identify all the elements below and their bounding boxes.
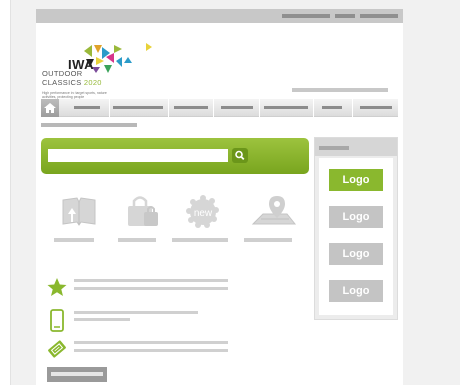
logo-line-2: CLASSICS 2020	[42, 78, 102, 87]
page-wireframe: IWA OUTDOOR CLASSICS 2020 High performan…	[36, 9, 403, 385]
partner-logos-sidebar: Logo Logo Logo Logo	[314, 137, 398, 320]
partner-logo-1[interactable]: Logo	[329, 169, 383, 191]
partner-logo-3[interactable]: Logo	[329, 243, 383, 265]
sidebar-header	[315, 138, 397, 156]
star-icon	[47, 278, 67, 296]
nav-divider	[259, 99, 260, 117]
sidebar-body: Logo Logo Logo Logo	[319, 158, 393, 315]
feature-label-4	[244, 238, 292, 242]
mobile-phone-icon	[50, 309, 64, 332]
info-line	[74, 341, 228, 344]
nav-divider	[213, 99, 214, 117]
logo-tagline: High performance in: target sports, natu…	[42, 91, 107, 99]
feature-tile-3[interactable]: new	[171, 194, 235, 242]
top-link-3[interactable]	[360, 14, 398, 18]
site-logo[interactable]: IWA OUTDOOR CLASSICS 2020 High performan…	[42, 43, 172, 99]
nav-divider	[313, 99, 314, 117]
info-line	[74, 279, 228, 282]
nav-divider	[109, 99, 110, 117]
ticket-icon	[48, 340, 66, 358]
more-button[interactable]	[47, 367, 107, 382]
top-link-1[interactable]	[282, 14, 330, 18]
new-badge-icon: new	[186, 195, 219, 228]
info-line	[74, 287, 228, 290]
search-input[interactable]	[48, 149, 228, 162]
feature-tile-4[interactable]	[241, 194, 305, 242]
sidebar-title	[319, 146, 349, 150]
info-line	[74, 349, 228, 352]
search-button[interactable]	[232, 148, 248, 163]
info-line	[74, 318, 130, 321]
feature-label-1	[54, 238, 94, 242]
feature-label-3	[172, 238, 228, 242]
map-pin-icon	[251, 196, 297, 225]
map-book-icon	[62, 197, 96, 226]
more-button-label	[51, 372, 103, 376]
nav-item-6[interactable]	[322, 106, 342, 109]
feature-tile-1[interactable]	[51, 194, 115, 242]
nav-divider	[168, 99, 169, 117]
nav-divider	[352, 99, 353, 117]
header-search-placeholder[interactable]	[292, 88, 388, 92]
home-icon	[44, 103, 56, 113]
new-badge-text: new	[194, 208, 213, 219]
nav-item-4[interactable]	[221, 106, 253, 109]
main-navigation	[41, 99, 398, 117]
top-utility-bar	[36, 9, 403, 23]
partner-logo-2[interactable]: Logo	[329, 206, 383, 228]
nav-item-7[interactable]	[360, 106, 392, 109]
search-icon	[235, 150, 245, 161]
nav-item-3[interactable]	[174, 106, 208, 109]
feature-tile-2[interactable]	[114, 194, 178, 242]
partner-logo-4[interactable]: Logo	[329, 280, 383, 302]
logo-line-1: OUTDOOR	[42, 69, 83, 78]
nav-item-2[interactable]	[113, 106, 163, 109]
breadcrumb[interactable]	[41, 123, 137, 127]
feature-label-2	[118, 238, 156, 242]
info-line	[74, 311, 198, 314]
nav-item-1[interactable]	[74, 106, 100, 109]
nav-home-button[interactable]	[41, 99, 59, 117]
search-panel	[41, 138, 309, 174]
top-link-2[interactable]	[335, 14, 355, 18]
nav-item-5[interactable]	[264, 106, 308, 109]
shopping-bag-icon	[128, 196, 158, 226]
